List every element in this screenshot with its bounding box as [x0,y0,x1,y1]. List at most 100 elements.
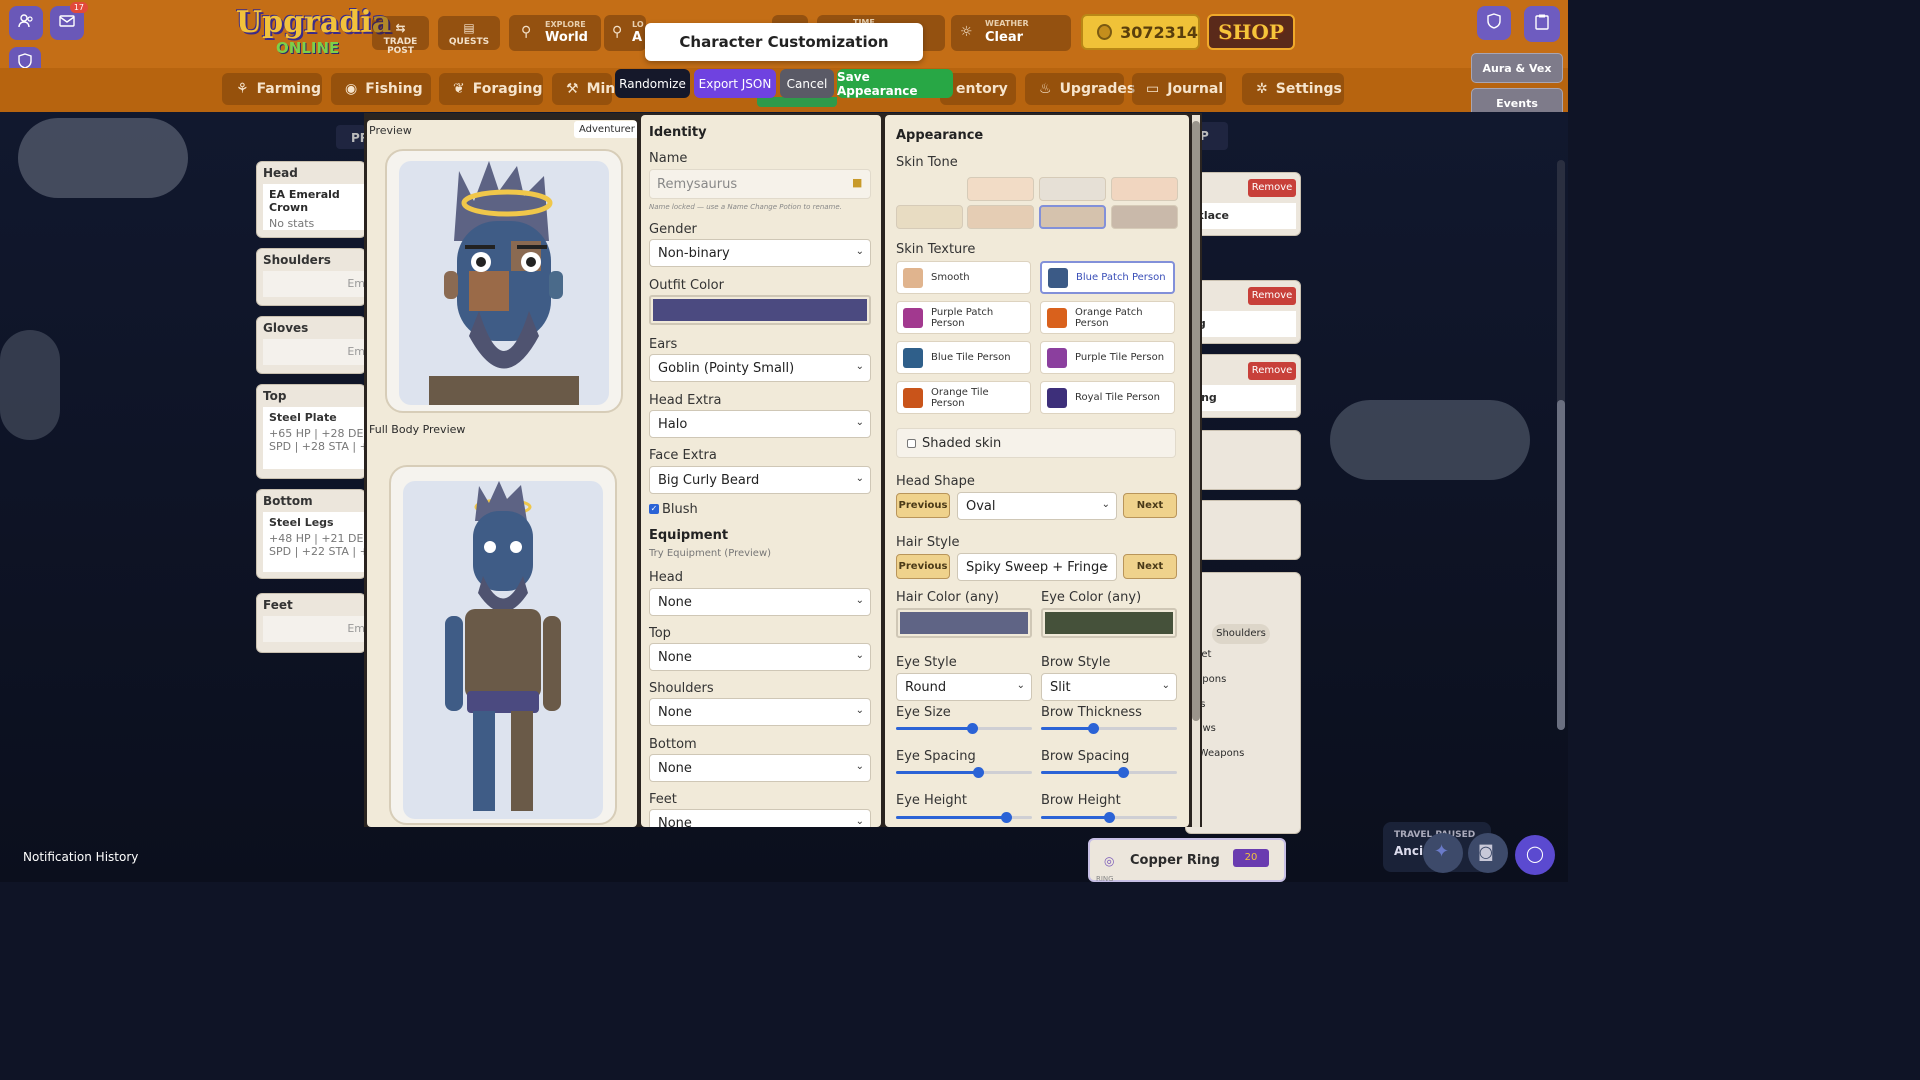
bg-tab[interactable]: PR [336,125,369,149]
eye-style-select[interactable]: Round ⌄ [896,673,1032,701]
identity-panel: Identity Name Remysaurus ■ Name locked —… [641,115,881,827]
eye-color-picker[interactable] [1041,608,1177,638]
hair-style-select[interactable]: Spiky Sweep + Fringe ⌄ [957,553,1117,581]
texture-swatch [1047,347,1067,368]
nav-mining[interactable]: ⚒ Mini [552,73,620,105]
modal-scrollbar[interactable] [1192,115,1200,827]
face-extra-select[interactable]: Big Curly Beard ⌄ [649,466,871,494]
shaded-skin-checkbox[interactable] [907,439,916,448]
hair-style-next-button[interactable]: Next [1123,554,1177,579]
skin-tone-swatch[interactable] [967,177,1034,201]
hair-style-previous-button[interactable]: Previous [896,554,950,579]
flame-icon: ♨ [1039,81,1052,97]
nav-farming[interactable]: ⚘ Farming [222,73,322,105]
head-shape-previous-button[interactable]: Previous [896,493,950,518]
export-json-button[interactable]: Export JSON [694,69,776,98]
notification-history-link[interactable]: Notification History [23,850,138,864]
brow-height-slider[interactable] [1041,810,1177,824]
skin-tone-swatch[interactable] [1111,177,1178,201]
texture-swatch [903,387,923,408]
eye-height-slider[interactable] [896,810,1032,824]
sparkle-button[interactable]: ✦ [1423,833,1463,873]
brow-thickness-slider[interactable] [1041,721,1177,735]
cancel-button[interactable]: Cancel [780,69,834,98]
shop-button[interactable]: SHOP [1207,14,1295,50]
head-shape-select[interactable]: Oval ⌄ [957,492,1117,520]
gender-select[interactable]: Non-binary ⌄ [649,239,871,267]
nav-upgrades[interactable]: ♨ Upgrades [1025,73,1135,105]
skin-texture-option[interactable]: Blue Patch Person [1040,261,1175,294]
filter-chip[interactable]: Shoulders [1212,624,1270,644]
chevron-down-icon: ⌄ [1101,560,1110,571]
blush-checkbox[interactable]: ✓ [649,504,659,514]
explore-selector[interactable]: ⚲ EXPLORE World [509,15,601,51]
remove-button[interactable]: Remove [1248,179,1296,197]
location-selector[interactable]: ⚲ LO A [604,15,646,51]
name-input[interactable]: Remysaurus [649,169,871,199]
leaf-icon: ❦ [453,81,465,97]
remove-button[interactable]: Remove [1248,362,1296,380]
eye-spacing-slider[interactable] [896,765,1032,779]
defense-button[interactable] [1477,6,1511,40]
brow-spacing-slider[interactable] [1041,765,1177,779]
brow-style-select[interactable]: Slit ⌄ [1041,673,1177,701]
eye-size-slider[interactable] [896,721,1032,735]
nav-fishing[interactable]: ◉ Fishing [331,73,431,105]
texture-label: Blue Tile Person [931,352,1011,363]
remove-button[interactable]: Remove [1248,287,1296,305]
equip-slot-top: Top Steel Plate+65 HP | +28 DEF |SPD | +… [256,384,366,479]
randomize-button[interactable]: Randomize [615,69,690,98]
skin-tone-swatch[interactable] [967,205,1034,229]
right-slot-ring: Remove ng [1185,280,1301,344]
quests-button[interactable]: ▤ QUESTS [438,16,500,50]
tasks-button[interactable] [1524,6,1560,42]
shaded-skin-row[interactable]: Shaded skin [896,428,1176,458]
texture-swatch [903,347,923,368]
class-badge: Adventurer [574,121,637,138]
trade-post-button[interactable]: ⇆ TRADE POST [372,16,429,56]
cloud [0,330,60,440]
skin-texture-option[interactable]: Purple Tile Person [1040,341,1175,374]
texture-label: Blue Patch Person [1076,272,1166,283]
shield-outline-icon [1487,13,1501,33]
skin-tone-swatch[interactable] [1039,205,1106,229]
sprout-icon: ⚘ [236,81,249,97]
equip-slot-bottom: Bottom Steel Legs+48 HP | +21 DEF |SPD |… [256,489,366,579]
skin-texture-option[interactable]: Blue Tile Person [896,341,1031,374]
head-preview-frame [385,149,623,413]
right-slot-empty2 [1185,500,1301,560]
skin-tone-swatch[interactable] [1039,177,1106,201]
modal-title: Character Customization [645,23,923,61]
skin-texture-option[interactable]: Purple Patch Person [896,301,1031,334]
equip-top-select[interactable]: None ⌄ [649,643,871,671]
nav-settings[interactable]: ✲ Settings [1242,73,1344,105]
item-copper-ring[interactable]: ◎ Copper Ring RING 20 [1088,838,1286,883]
head-extra-select[interactable]: Halo ⌄ [649,410,871,438]
book-icon: ▭ [1146,81,1160,97]
chat-button[interactable]: ◯ [1515,835,1555,875]
chevron-down-icon: ⌄ [855,761,864,772]
page-scrollbar[interactable] [1557,160,1565,730]
save-appearance-button[interactable]: Save Appearance [837,69,953,98]
skin-texture-option[interactable]: Royal Tile Person [1040,381,1175,414]
skin-texture-option[interactable]: Smooth [896,261,1031,294]
aura-vex-button[interactable]: Aura & Vex [1471,53,1563,83]
equip-head-select[interactable]: None ⌄ [649,588,871,616]
outfit-color-picker[interactable] [649,295,871,325]
equip-shoulders-select[interactable]: None ⌄ [649,698,871,726]
skin-texture-option[interactable]: Orange Patch Person [1040,301,1175,334]
nav-foraging[interactable]: ❦ Foraging [439,73,543,105]
equip-slot-shoulders: Shoulders Em [256,248,366,306]
nav-journal[interactable]: ▭ Journal [1132,73,1226,105]
mail-button[interactable]: 17 [50,2,88,40]
controller-button[interactable]: ◙ [1468,833,1508,873]
friends-button[interactable] [9,6,43,40]
skin-tone-swatch[interactable] [1111,205,1178,229]
ears-select[interactable]: Goblin (Pointy Small) ⌄ [649,354,871,382]
skin-texture-option[interactable]: Orange Tile Person [896,381,1031,414]
hair-color-picker[interactable] [896,608,1032,638]
equip-bottom-select[interactable]: None ⌄ [649,754,871,782]
head-shape-next-button[interactable]: Next [1123,493,1177,518]
equip-feet-select[interactable]: None ⌄ [649,809,871,827]
skin-tone-swatch[interactable] [896,205,963,229]
